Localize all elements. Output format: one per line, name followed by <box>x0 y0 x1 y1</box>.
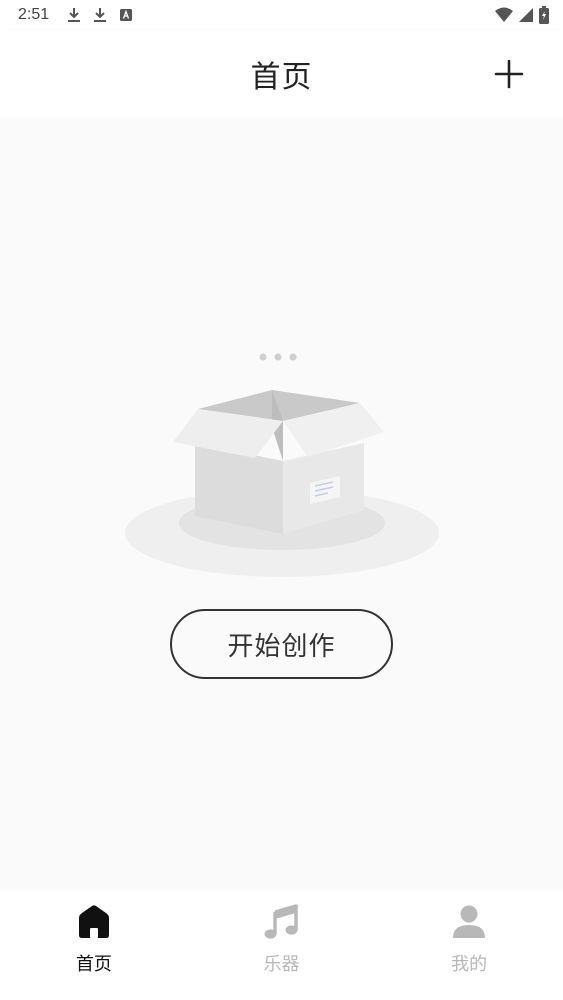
download-icon <box>94 8 107 22</box>
page-title: 首页 <box>250 60 313 95</box>
nav-item-instruments[interactable]: 乐器 <box>221 904 341 976</box>
a-box-icon <box>120 9 133 21</box>
app-header: 首页 <box>0 30 563 118</box>
status-time: 2:51 <box>18 6 50 23</box>
status-left: 2:51 <box>18 6 133 24</box>
status-right <box>495 6 549 24</box>
nav-label-profile: 我的 <box>451 954 488 975</box>
music-note-icon <box>264 904 299 939</box>
home-icon <box>78 905 109 938</box>
person-icon <box>453 905 486 938</box>
nav-item-home[interactable]: 首页 <box>34 904 154 976</box>
download-icon <box>68 8 81 22</box>
main-content: 开始创作 <box>0 118 563 890</box>
empty-box-icon <box>125 353 439 577</box>
nav-label-home: 首页 <box>75 954 112 975</box>
battery-charging-icon <box>539 6 549 24</box>
bottom-nav: 首页 乐器 我的 <box>0 890 563 1000</box>
wifi-icon <box>495 7 513 22</box>
status-bar: 2:51 <box>0 0 563 30</box>
plus-icon[interactable] <box>493 58 525 90</box>
nav-label-instruments: 乐器 <box>263 954 300 975</box>
cell-signal-icon <box>519 8 533 22</box>
nav-item-profile[interactable]: 我的 <box>409 904 529 976</box>
start-creating-button[interactable]: 开始创作 <box>170 609 393 679</box>
